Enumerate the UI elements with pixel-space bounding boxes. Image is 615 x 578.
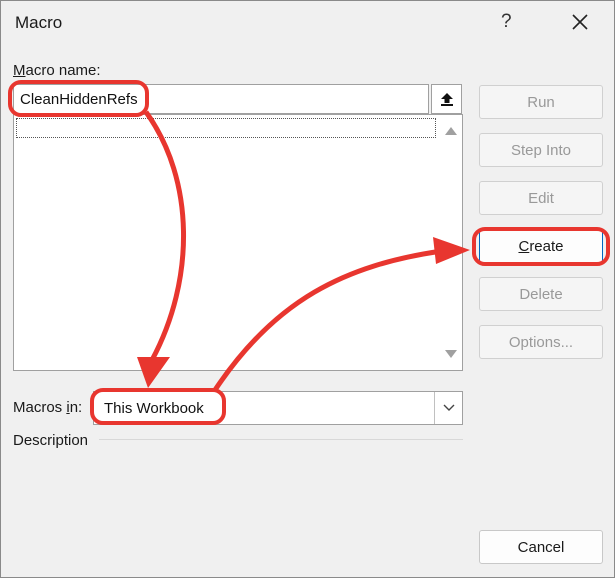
- close-button[interactable]: [565, 7, 595, 37]
- create-label: reate: [529, 237, 564, 255]
- macros-in-value: This Workbook: [104, 400, 204, 417]
- macro-name-label-text: acro name:: [25, 62, 101, 79]
- run-button[interactable]: Run: [479, 85, 603, 119]
- options-button[interactable]: Options...: [479, 325, 603, 359]
- dropdown-button[interactable]: [434, 392, 462, 424]
- macro-name-input[interactable]: CleanHiddenRefs: [13, 84, 429, 114]
- edit-button[interactable]: Edit: [479, 181, 603, 215]
- macros-in-label-end: n:: [69, 399, 83, 416]
- close-icon: [572, 14, 588, 30]
- description-label: Description: [13, 432, 89, 449]
- scroll-down-icon[interactable]: [445, 350, 457, 358]
- macros-in-select[interactable]: This Workbook: [93, 391, 463, 425]
- title-bar: Macro ?: [1, 1, 614, 47]
- chevron-down-icon: [443, 404, 454, 411]
- macro-dialog: Macro ? Macro name: CleanHiddenRefs Run …: [0, 0, 615, 578]
- dialog-title: Macro: [15, 13, 63, 32]
- create-accesskey: C: [518, 237, 530, 255]
- list-scrollbar[interactable]: [440, 115, 462, 370]
- delete-button[interactable]: Delete: [479, 277, 603, 311]
- description-divider: [99, 439, 463, 440]
- arrow-up-bar-icon: [440, 93, 453, 106]
- cancel-button[interactable]: Cancel: [479, 530, 603, 564]
- macros-in-label-start: Macros: [13, 399, 67, 416]
- scroll-up-icon[interactable]: [445, 127, 457, 135]
- macro-name-label: Macro name:: [13, 62, 101, 79]
- create-button[interactable]: Create: [479, 229, 603, 263]
- step-into-button[interactable]: Step Into: [479, 133, 603, 167]
- macro-list[interactable]: [13, 114, 463, 371]
- macros-in-label: Macros in:: [13, 399, 82, 416]
- list-item-focused[interactable]: [16, 118, 436, 138]
- upload-button[interactable]: [431, 84, 462, 114]
- macro-name-label-accesskey: M: [13, 62, 26, 79]
- help-button[interactable]: ?: [501, 11, 512, 33]
